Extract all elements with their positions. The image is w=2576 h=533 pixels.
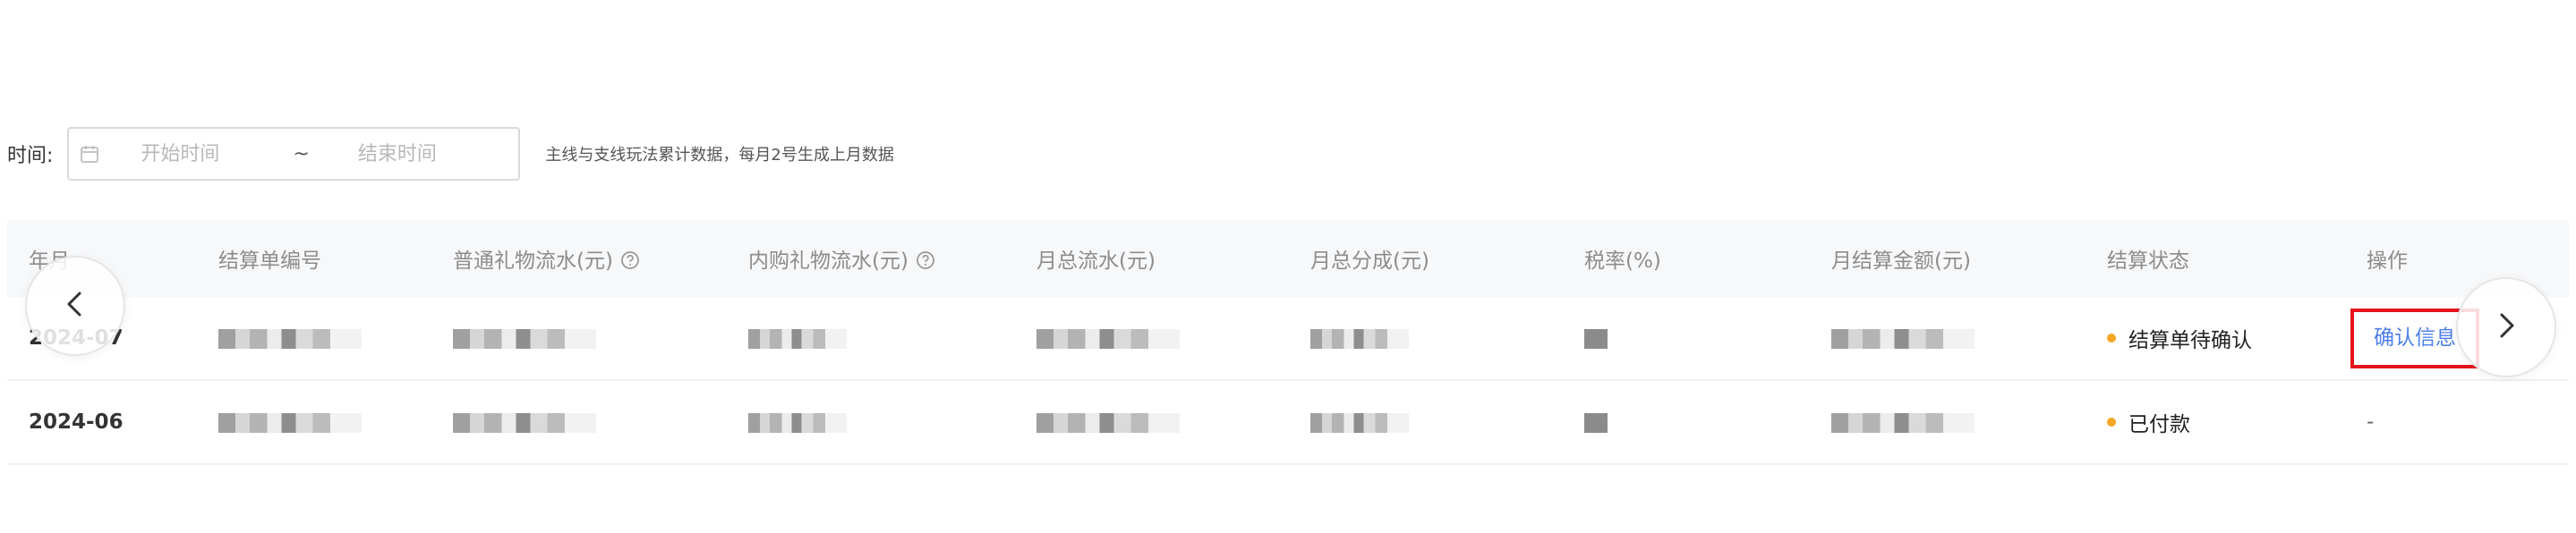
status-dot: [2107, 334, 2116, 343]
col-header-monthly-share: 月总分成(元): [1289, 220, 1563, 297]
redacted-value: [1584, 412, 1608, 433]
table-header-row: 年月 结算单编号 普通礼物流水(元) 内购礼物流水(元) 月总流水(元) 月总分…: [7, 220, 2569, 297]
redacted-value: [1584, 328, 1608, 349]
cell-settlement-status: 已付款: [2086, 380, 2345, 465]
col-header-action: 操作: [2345, 220, 2569, 297]
cell-settlement-amount: [1810, 380, 2086, 465]
date-range-picker[interactable]: ~: [67, 127, 521, 181]
redacted-value: [748, 412, 847, 433]
cell-settlement-status: 结算单待确认: [2086, 297, 2345, 381]
cell-iap-gift-flow: [727, 380, 1015, 465]
cell-bill-number: [197, 297, 431, 381]
prev-button[interactable]: [25, 256, 125, 356]
cell-monthly-share: [1289, 297, 1563, 381]
redacted-value: [1831, 412, 1975, 433]
cell-monthly-flow: [1015, 297, 1289, 381]
col-header-iap-gift-flow: 内购礼物流水(元): [727, 220, 1015, 297]
table-row: 2024-06 已付款 -: [7, 380, 2569, 465]
cell-bill-number: [197, 380, 431, 465]
col-header-settlement-status: 结算状态: [2086, 220, 2345, 297]
redacted-value: [453, 412, 596, 433]
col-header-tax-rate: 税率(%): [1563, 220, 1810, 297]
settlement-table: 年月 结算单编号 普通礼物流水(元) 内购礼物流水(元) 月总流水(元) 月总分…: [7, 220, 2569, 465]
cell-action: -: [2345, 380, 2569, 465]
redacted-value: [748, 328, 847, 349]
col-header-bill-number: 结算单编号: [197, 220, 431, 297]
redacted-value: [218, 412, 362, 433]
redacted-value: [1310, 328, 1409, 349]
calendar-icon: [80, 144, 99, 164]
redacted-value: [1831, 328, 1975, 349]
redacted-value: [1310, 412, 1409, 433]
cell-period: 2024-06: [7, 380, 197, 465]
cell-iap-gift-flow: [727, 297, 1015, 381]
table-row: 2024-07 结算单待确认 确认信息: [7, 297, 2569, 381]
redacted-value: [218, 328, 362, 349]
status-badge: 已付款: [2128, 413, 2190, 436]
redacted-value: [1036, 412, 1180, 433]
chevron-left-icon: [60, 289, 90, 323]
status-badge: 结算单待确认: [2128, 329, 2252, 352]
filter-note: 主线与支线玩法累计数据，每月2号生成上月数据: [545, 146, 894, 165]
cell-tax-rate: [1563, 380, 1810, 465]
col-header-normal-gift-flow: 普通礼物流水(元): [431, 220, 727, 297]
cell-tax-rate: [1563, 297, 1810, 381]
cell-normal-gift-flow: [431, 380, 727, 465]
redacted-value: [1036, 328, 1180, 349]
chevron-right-icon: [2491, 310, 2521, 344]
cell-settlement-amount: [1810, 297, 2086, 381]
question-circle-icon[interactable]: [916, 250, 935, 270]
status-dot: [2107, 418, 2116, 427]
question-circle-icon[interactable]: [620, 250, 640, 270]
range-separator: ~: [293, 142, 310, 165]
start-date-input[interactable]: [141, 142, 276, 165]
col-header-settlement-amount: 月结算金额(元): [1810, 220, 2086, 297]
end-date-input[interactable]: [357, 142, 492, 165]
cell-monthly-flow: [1015, 380, 1289, 465]
cell-monthly-share: [1289, 380, 1563, 465]
date-filter: 时间: ~ 主线与支线玩法累计数据，每月2号生成上月数据: [0, 125, 894, 182]
next-button[interactable]: [2456, 277, 2556, 377]
redacted-value: [453, 328, 596, 349]
col-header-monthly-flow: 月总流水(元): [1015, 220, 1289, 297]
cell-normal-gift-flow: [431, 297, 727, 381]
time-filter-label: 时间:: [7, 145, 54, 167]
